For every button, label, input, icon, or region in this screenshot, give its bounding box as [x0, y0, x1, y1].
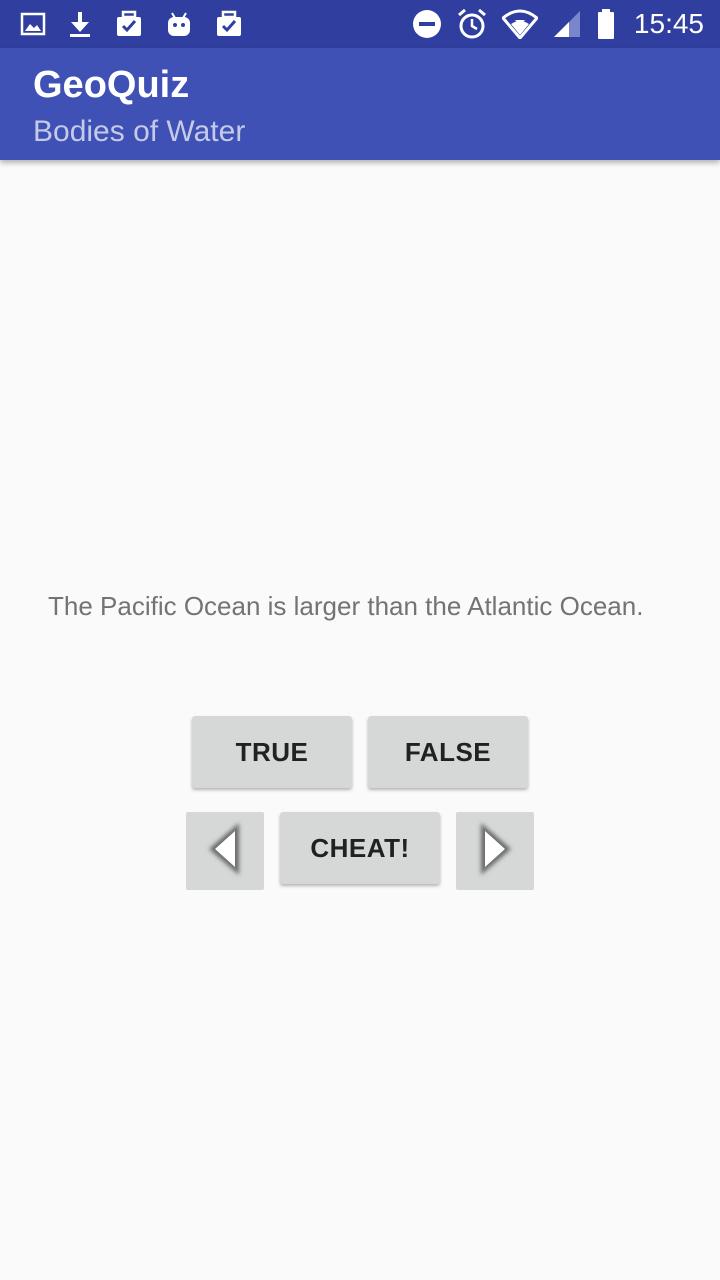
image-icon — [20, 11, 46, 37]
cheat-button[interactable]: CHEAT! — [280, 812, 440, 884]
app-subtitle: Bodies of Water — [33, 115, 246, 148]
system-icons: 15:45 — [412, 0, 704, 48]
notification-icons — [20, 0, 244, 48]
screen: 15:45 GeoQuiz Bodies of Water The Pacifi… — [0, 0, 720, 1280]
do-not-disturb-icon — [412, 9, 442, 39]
download-icon — [68, 10, 92, 38]
arrow-left-icon — [201, 819, 249, 884]
battery-icon — [596, 8, 616, 40]
question-text: The Pacific Ocean is larger than the Atl… — [48, 591, 644, 621]
app-bar: GeoQuiz Bodies of Water — [0, 48, 720, 160]
wifi-icon — [501, 9, 538, 39]
alarm-icon — [456, 8, 488, 40]
status-bar: 15:45 — [0, 0, 720, 48]
signal-icon — [552, 9, 582, 39]
android-icon — [166, 10, 192, 38]
previous-button[interactable] — [186, 812, 264, 890]
true-button[interactable]: TRUE — [192, 716, 352, 788]
app-title: GeoQuiz — [33, 64, 190, 106]
briefcase-check-icon — [214, 10, 244, 38]
false-button[interactable]: FALSE — [368, 716, 528, 788]
arrow-right-icon — [471, 819, 519, 884]
next-button[interactable] — [456, 812, 534, 890]
briefcase-check-icon — [114, 10, 144, 38]
status-time: 15:45 — [633, 8, 704, 39]
